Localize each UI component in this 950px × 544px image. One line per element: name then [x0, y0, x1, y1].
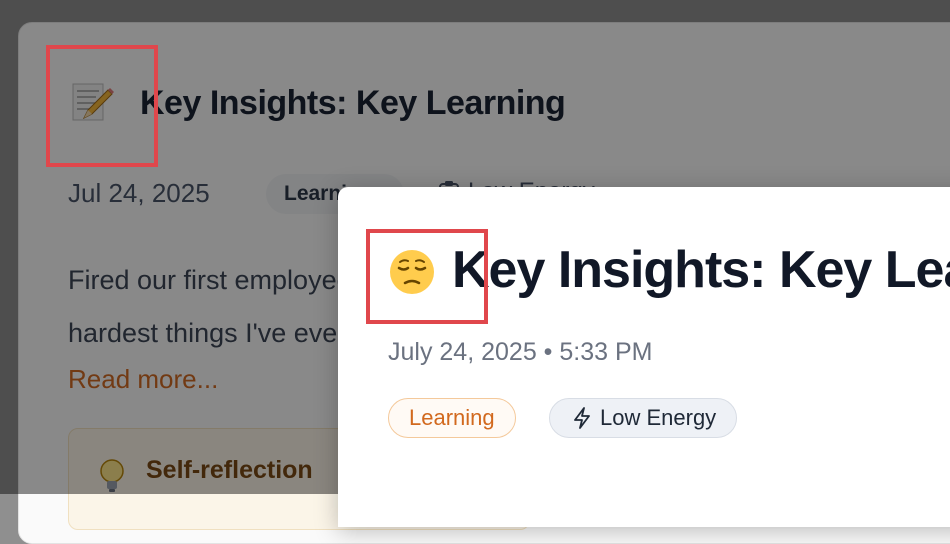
excerpt-line: hardest things I've ever had to do. [68, 318, 368, 348]
modal-title: Key Insights: Key Learning [452, 241, 950, 299]
learning-tag: Learning [388, 398, 516, 438]
self-reflection-label: Self-reflection [146, 456, 313, 484]
highlight-box [46, 45, 158, 167]
lightbulb-icon [100, 459, 124, 492]
energy-tag-label: Low Energy [600, 405, 717, 430]
energy-tag: Low Energy [549, 398, 738, 438]
entry-title[interactable]: Key Insights: Key Learning [140, 84, 566, 123]
modal-datetime: July 24, 2025 • 5:33 PM [388, 338, 653, 366]
lightning-bolt-icon [574, 407, 590, 429]
read-more-link[interactable]: Read more... [68, 364, 218, 395]
entry-excerpt: Fired our first employee today. One of t… [68, 254, 368, 360]
highlight-box [366, 229, 488, 324]
excerpt-line: Fired our first employee today. One of t… [68, 265, 368, 295]
entry-date: Jul 24, 2025 [68, 178, 210, 208]
